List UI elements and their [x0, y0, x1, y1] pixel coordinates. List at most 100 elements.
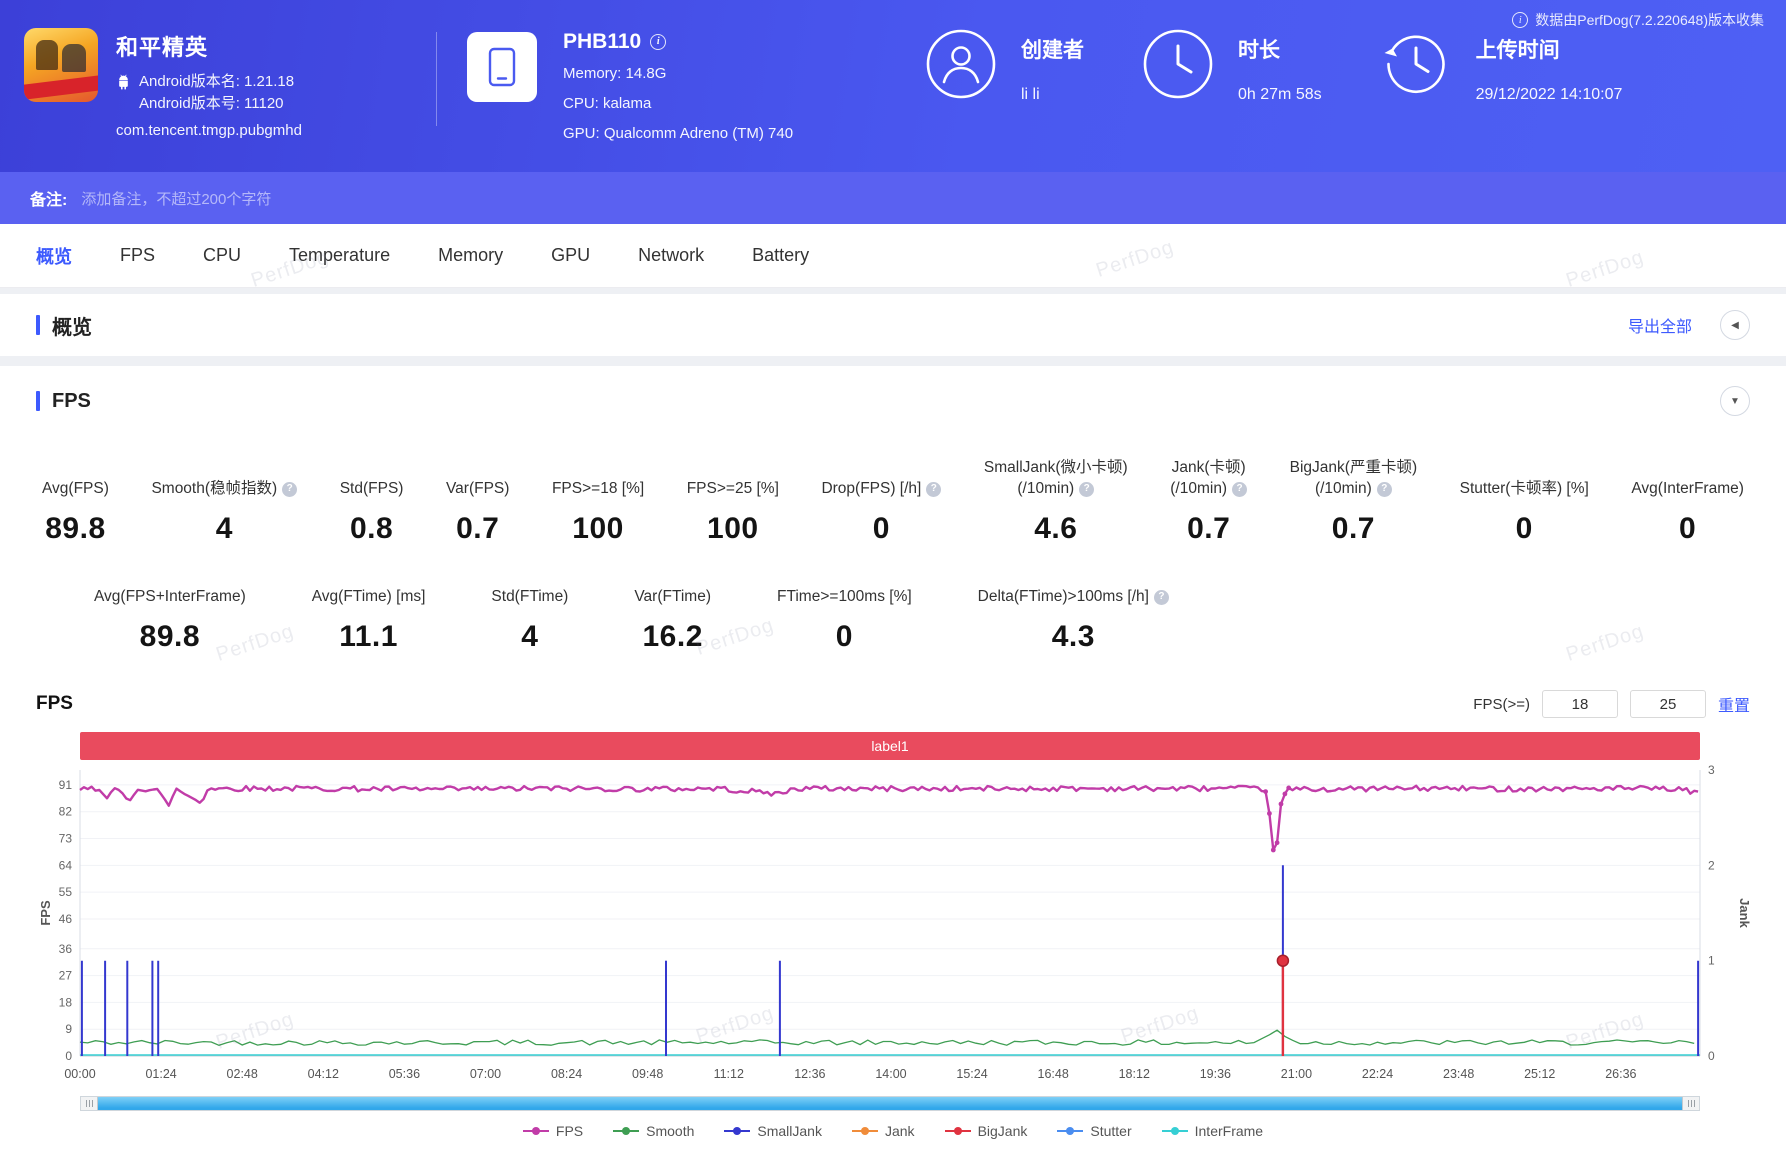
svg-text:00:00: 00:00: [64, 1067, 95, 1081]
svg-text:23:48: 23:48: [1443, 1067, 1474, 1081]
help-icon[interactable]: ?: [1232, 481, 1248, 497]
metric-value: 0: [835, 620, 853, 653]
metric-avg-ftime: Avg(FTime) [ms] 11.1: [312, 586, 426, 654]
legend-marker-icon: [613, 1127, 640, 1135]
svg-text:0: 0: [65, 1049, 72, 1063]
legend-interframe[interactable]: InterFrame: [1161, 1123, 1263, 1139]
overview-section-header: 概览 导出全部 ◀: [0, 294, 1786, 356]
fps-threshold-input-2[interactable]: [1629, 690, 1706, 718]
metric-value: 89.8: [139, 620, 201, 653]
legend-fps[interactable]: FPS: [522, 1123, 583, 1139]
legend-marker-icon: [851, 1127, 878, 1135]
fps-chart[interactable]: 0 9 18 27 36 46 55 64 73 82 91 0 1 2 3 00:00 01:24 02:48 0…: [36, 762, 1750, 1094]
tab-network[interactable]: Network: [638, 245, 704, 266]
svg-text:19:36: 19:36: [1200, 1067, 1231, 1081]
svg-text:36: 36: [59, 942, 73, 956]
collapse-fps-button[interactable]: ▼: [1720, 386, 1750, 416]
help-icon[interactable]: ?: [1079, 481, 1095, 497]
legend-marker-icon: [944, 1127, 971, 1135]
app-block: 和平精英 Android版本名: 1.21.18 Android版本号: 111…: [24, 28, 432, 139]
svg-text:09:48: 09:48: [632, 1067, 663, 1081]
upload-time-icon: [1384, 35, 1445, 94]
metric-label: Avg(FTime) [ms]: [311, 588, 426, 606]
metric-label: FTime>=100ms [%]: [777, 588, 912, 606]
upload-time-block: 上传时间 29/12/2022 14:10:07: [1380, 28, 1622, 104]
tab-temperature[interactable]: Temperature: [289, 245, 390, 266]
svg-text:21:00: 21:00: [1281, 1067, 1312, 1081]
svg-text:27: 27: [59, 969, 73, 983]
tab-bar: 概览 FPS CPU Temperature Memory GPU Network Batte…: [0, 224, 1786, 288]
metric-var-ftime: Var(FTime) 16.2: [634, 586, 711, 654]
metric-value: 0: [1679, 512, 1697, 545]
upload-time-label: 上传时间: [1475, 39, 1560, 62]
svg-text:46: 46: [59, 912, 73, 926]
tab-memory[interactable]: Memory: [438, 245, 503, 266]
scrollbar-thumb[interactable]: [98, 1097, 1682, 1110]
metric-value: 4: [215, 512, 233, 545]
metric-fps-ge-18: FPS>=18 [%] 100: [552, 456, 644, 546]
help-icon[interactable]: ?: [926, 481, 942, 497]
metric-small-jank: SmallJank(微小卡顿) (/10min)? 4.6: [984, 456, 1128, 546]
title-accent: [36, 391, 40, 411]
legend-bigjank[interactable]: BigJank: [944, 1123, 1027, 1139]
legend-smalljank[interactable]: SmallJank: [724, 1123, 822, 1139]
report-header: i 数据由PerfDog(7.2.220648)版本收集 和平精英 Androi…: [0, 0, 1786, 172]
metric-label: Var(FPS): [445, 480, 510, 498]
metric-value: 0.7: [1331, 512, 1375, 545]
legend-stutter[interactable]: Stutter: [1057, 1123, 1132, 1139]
legend-label: Stutter: [1090, 1123, 1132, 1139]
metric-label: Avg(InterFrame): [1631, 480, 1744, 498]
tab-battery[interactable]: Battery: [752, 245, 809, 266]
legend-marker-icon: [724, 1127, 751, 1135]
metric-drop-fps: Drop(FPS) [/h]? 0: [821, 456, 942, 546]
tab-fps[interactable]: FPS: [120, 245, 155, 266]
scrollbar-left-handle[interactable]: [81, 1097, 98, 1110]
chart-annotation-banner: label1: [80, 732, 1700, 760]
svg-text:91: 91: [59, 778, 73, 792]
device-gpu: GPU: Qualcomm Adreno (TM) 740: [563, 125, 794, 143]
scrollbar-right-handle[interactable]: [1682, 1097, 1699, 1110]
chart-annotation-text: label1: [871, 738, 909, 754]
fps-section-title-text: FPS: [52, 389, 91, 412]
export-all-link[interactable]: 导出全部: [1628, 313, 1692, 337]
metric-label: (/10min): [1170, 480, 1228, 498]
legend-jank[interactable]: Jank: [851, 1123, 915, 1139]
fps-threshold-label: FPS(>=): [1473, 695, 1530, 713]
metric-value: 0: [1515, 512, 1533, 545]
reset-link[interactable]: 重置: [1718, 692, 1750, 716]
tab-overview[interactable]: 概览: [36, 243, 72, 269]
app-package: com.tencent.tmgp.pubgmhd: [116, 121, 302, 139]
metric-label: SmallJank(微小卡顿): [983, 458, 1128, 476]
remark-placeholder: 添加备注，不超过200个字符: [81, 190, 272, 208]
legend-marker-icon: [1057, 1127, 1084, 1135]
legend-label: SmallJank: [757, 1123, 822, 1139]
remark-label: 备注:: [30, 192, 68, 209]
metric-label: Avg(FPS+InterFrame): [94, 588, 246, 606]
tab-gpu[interactable]: GPU: [551, 245, 590, 266]
collapse-panel-button[interactable]: ◀: [1720, 310, 1750, 340]
svg-text:Jank: Jank: [1737, 898, 1750, 928]
metric-smooth: Smooth(稳帧指数)? 4: [151, 456, 298, 546]
svg-text:12:36: 12:36: [794, 1067, 825, 1081]
metric-label: FPS>=18 [%]: [551, 480, 645, 498]
help-icon[interactable]: ?: [282, 481, 298, 497]
legend-smooth[interactable]: Smooth: [613, 1123, 694, 1139]
duration-label: 时长: [1238, 39, 1280, 62]
tab-cpu[interactable]: CPU: [203, 245, 241, 266]
svg-text:26:36: 26:36: [1605, 1067, 1636, 1081]
metric-value: 11.1: [339, 620, 398, 653]
fps-chart-title: FPS: [36, 693, 73, 714]
help-icon[interactable]: ?: [1376, 481, 1392, 497]
overview-title: 概览: [36, 311, 92, 340]
metric-value: 100: [572, 512, 624, 545]
device-info-icon[interactable]: i: [650, 33, 667, 50]
app-icon: [24, 28, 98, 102]
svg-text:14:00: 14:00: [875, 1067, 906, 1081]
metric-stutter: Stutter(卡顿率) [%] 0: [1460, 456, 1589, 546]
remark-input[interactable]: 备注: 添加备注，不超过200个字符: [0, 172, 1786, 224]
help-icon[interactable]: ?: [1153, 589, 1169, 605]
metric-value: 100: [707, 512, 759, 545]
fps-threshold-input-1[interactable]: [1541, 690, 1618, 718]
svg-text:16:48: 16:48: [1038, 1067, 1069, 1081]
metric-big-jank: BigJank(严重卡顿) (/10min)? 0.7: [1290, 456, 1417, 546]
